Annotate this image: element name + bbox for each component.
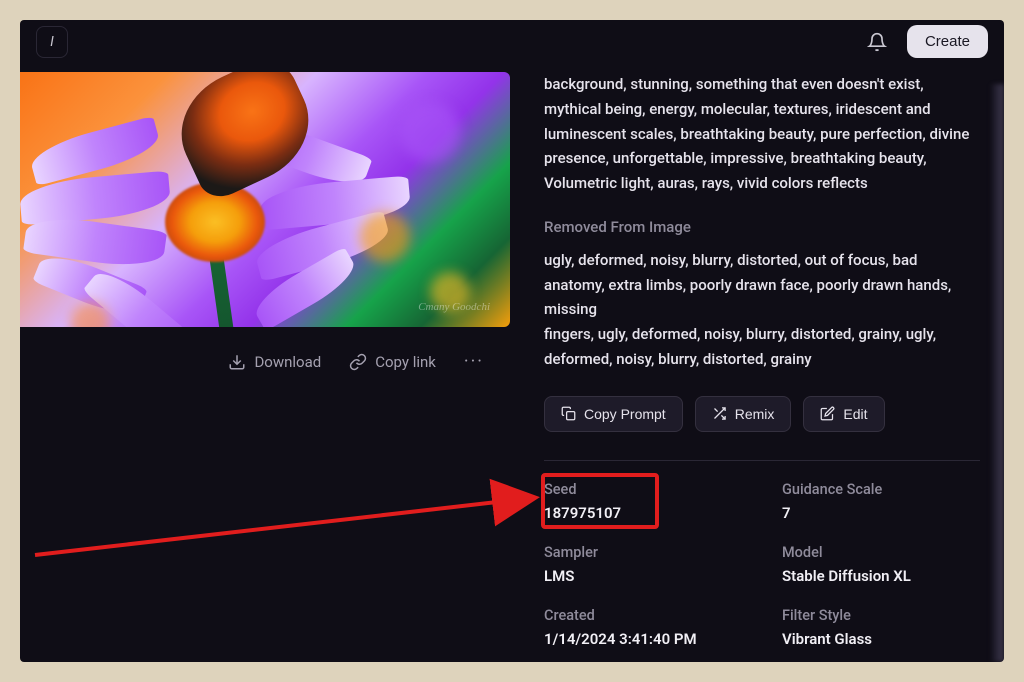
image-actions: Download Copy link ··· — [20, 327, 520, 372]
bell-icon — [867, 32, 887, 52]
download-button[interactable]: Download — [228, 353, 321, 371]
watermark: Cmany Goodchi — [418, 301, 490, 313]
download-label: Download — [254, 353, 321, 371]
meta-seed-value: 187975107 — [544, 504, 742, 522]
meta-sampler-label: Sampler — [544, 544, 742, 561]
copy-prompt-label: Copy Prompt — [584, 406, 666, 422]
remix-icon — [712, 406, 727, 421]
create-button[interactable]: Create — [907, 25, 988, 58]
remix-button[interactable]: Remix — [695, 396, 792, 432]
copy-link-label: Copy link — [375, 353, 436, 371]
topbar: I Create — [20, 20, 1004, 64]
generated-image[interactable]: Cmany Goodchi — [20, 72, 510, 327]
meta-guidance: Guidance Scale 7 — [782, 481, 980, 522]
meta-guidance-value: 7 — [782, 504, 980, 522]
edit-label: Edit — [843, 406, 867, 422]
divider — [544, 460, 980, 461]
meta-sampler: Sampler LMS — [544, 544, 742, 585]
meta-created-value: 1/14/2024 3:41:40 PM — [544, 630, 742, 648]
metadata-grid: Seed 187975107 Guidance Scale 7 Sampler … — [544, 481, 980, 663]
meta-created-label: Created — [544, 607, 742, 624]
meta-seed: Seed 187975107 — [544, 481, 742, 522]
window-menu-button[interactable]: I — [36, 26, 68, 58]
meta-model: Model Stable Diffusion XL — [782, 544, 980, 585]
edit-icon — [820, 406, 835, 421]
meta-sampler-value: LMS — [544, 567, 742, 585]
more-options-button[interactable]: ··· — [464, 351, 484, 372]
meta-guidance-label: Guidance Scale — [782, 481, 980, 498]
blur-edge — [990, 84, 1004, 662]
prompt-text: background, stunning, something that eve… — [544, 72, 980, 196]
edit-button[interactable]: Edit — [803, 396, 884, 432]
notifications-button[interactable] — [859, 24, 895, 60]
removed-from-image-label: Removed From Image — [544, 218, 980, 236]
copy-icon — [561, 406, 576, 421]
meta-model-label: Model — [782, 544, 980, 561]
download-icon — [228, 353, 246, 371]
meta-model-value: Stable Diffusion XL — [782, 567, 980, 585]
meta-filter-label: Filter Style — [782, 607, 980, 624]
copy-link-button[interactable]: Copy link — [349, 353, 436, 371]
remix-label: Remix — [735, 406, 775, 422]
meta-filter-value: Vibrant Glass — [782, 630, 980, 648]
link-icon — [349, 353, 367, 371]
copy-prompt-button[interactable]: Copy Prompt — [544, 396, 683, 432]
meta-filter: Filter Style Vibrant Glass — [782, 607, 980, 648]
negative-prompt-text: ugly, deformed, noisy, blurry, distorted… — [544, 248, 980, 372]
meta-seed-label: Seed — [544, 481, 742, 498]
meta-created: Created 1/14/2024 3:41:40 PM — [544, 607, 742, 648]
